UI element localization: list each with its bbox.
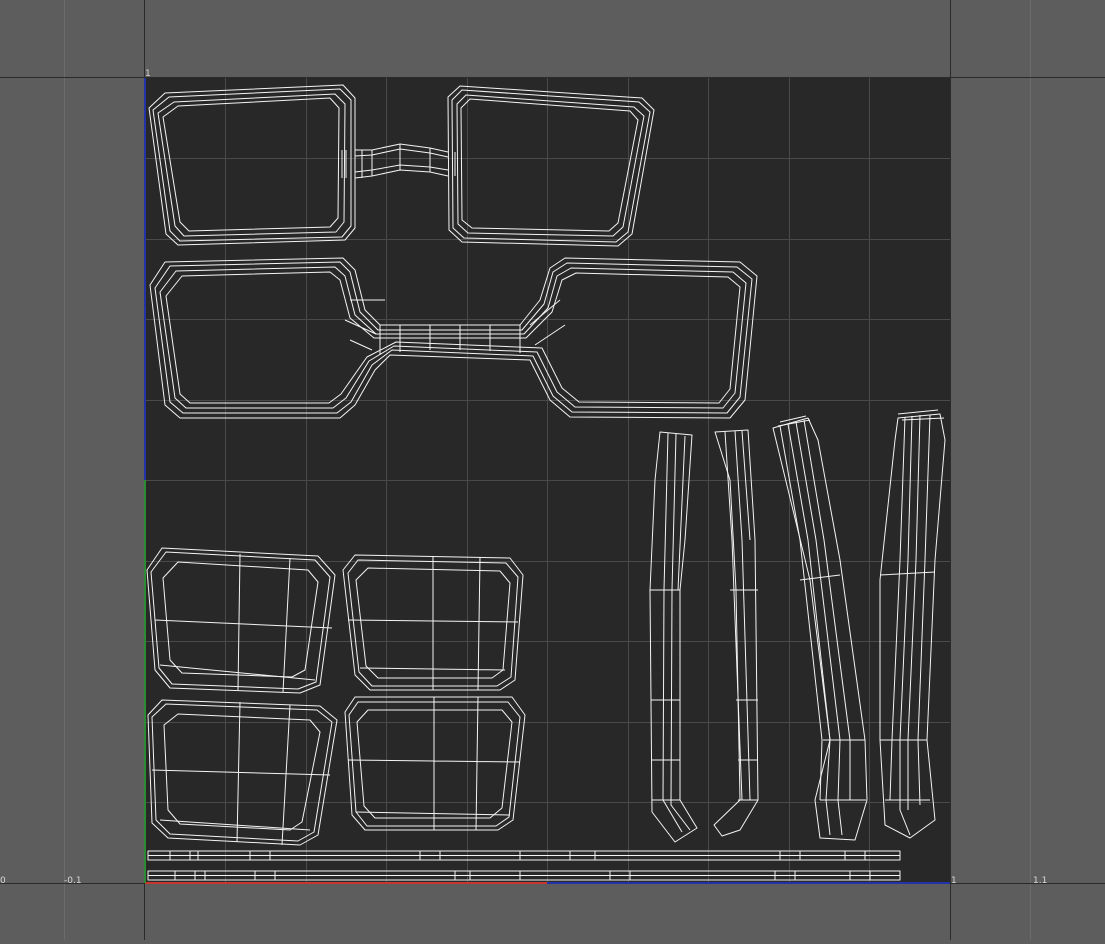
axis-label-one: 1 xyxy=(951,876,957,886)
axis-label-zero: 0 xyxy=(0,876,6,886)
uv-editor-viewport[interactable]: -0.1 0 1 1.1 1 xyxy=(0,0,1105,940)
uv-canvas[interactable]: -0.1 0 1 1.1 1 xyxy=(0,0,1105,940)
axis-label-v-one: 1 xyxy=(145,69,151,79)
axis-label-pos: 1.1 xyxy=(1033,876,1047,886)
axis-label-neg: -0.1 xyxy=(64,876,82,886)
